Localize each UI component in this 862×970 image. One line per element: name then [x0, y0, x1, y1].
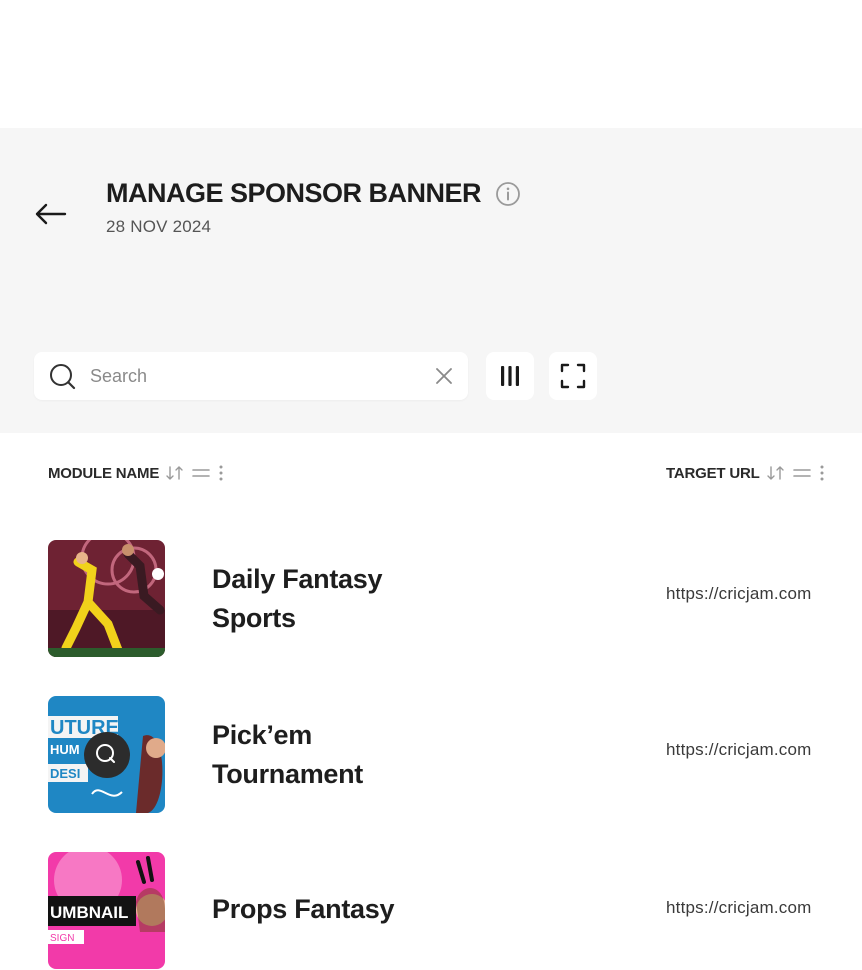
fullscreen-icon	[560, 363, 586, 389]
banner-thumbnail[interactable]: UTURE HUM DESI	[48, 696, 165, 813]
thumb-text: HUM	[50, 742, 80, 757]
table-row[interactable]: UTURE HUM DESI Pick’em Tournament https:…	[0, 694, 862, 814]
close-icon[interactable]	[434, 366, 454, 386]
fullscreen-button[interactable]	[549, 352, 597, 400]
banner-thumbnail[interactable]: UMBNAIL SIGN	[48, 852, 165, 969]
search-icon	[50, 364, 76, 390]
banner-thumbnail[interactable]	[48, 540, 165, 657]
back-button[interactable]	[30, 196, 70, 232]
column-header-target-url[interactable]: TARGET URL	[666, 464, 826, 482]
columns-icon	[501, 366, 519, 386]
top-blank-area	[0, 0, 862, 128]
target-url: https://cricjam.com	[666, 898, 812, 917]
module-name: Pick’em Tournament	[212, 720, 363, 789]
more-vertical-icon[interactable]	[818, 464, 826, 482]
page-date: 28 NOV 2024	[106, 217, 212, 236]
sort-icon[interactable]	[165, 465, 185, 481]
search-input[interactable]	[90, 365, 434, 387]
page-title: MANAGE SPONSOR BANNER	[106, 178, 482, 208]
more-vertical-icon[interactable]	[217, 464, 225, 482]
info-circle-icon[interactable]	[495, 181, 521, 207]
column-header-module-name[interactable]: MODULE NAME	[48, 464, 225, 482]
arrow-left-icon	[35, 203, 67, 225]
target-url: https://cricjam.com	[666, 584, 812, 603]
column-header-label: MODULE NAME	[48, 464, 160, 482]
column-header-label: TARGET URL	[666, 464, 760, 482]
sort-icon[interactable]	[766, 465, 786, 481]
thumb-text: SIGN	[50, 933, 74, 944]
module-name: Daily Fantasy Sports	[212, 564, 383, 633]
module-name: Props Fantasy	[212, 894, 395, 924]
target-url: https://cricjam.com	[666, 740, 812, 759]
thumb-text: DESI	[50, 766, 80, 781]
table-row[interactable]: UMBNAIL SIGN Props Fantasy https://cricj…	[0, 850, 862, 970]
table-row[interactable]: Daily Fantasy Sports https://cricjam.com	[0, 538, 862, 658]
search-box[interactable]	[34, 352, 468, 400]
filter-icon[interactable]	[191, 465, 211, 481]
filter-icon[interactable]	[792, 465, 812, 481]
page-header: MANAGE SPONSOR BANNER 28 NOV 2024	[106, 178, 521, 237]
columns-button[interactable]	[486, 352, 534, 400]
thumb-text: UMBNAIL	[50, 903, 128, 922]
